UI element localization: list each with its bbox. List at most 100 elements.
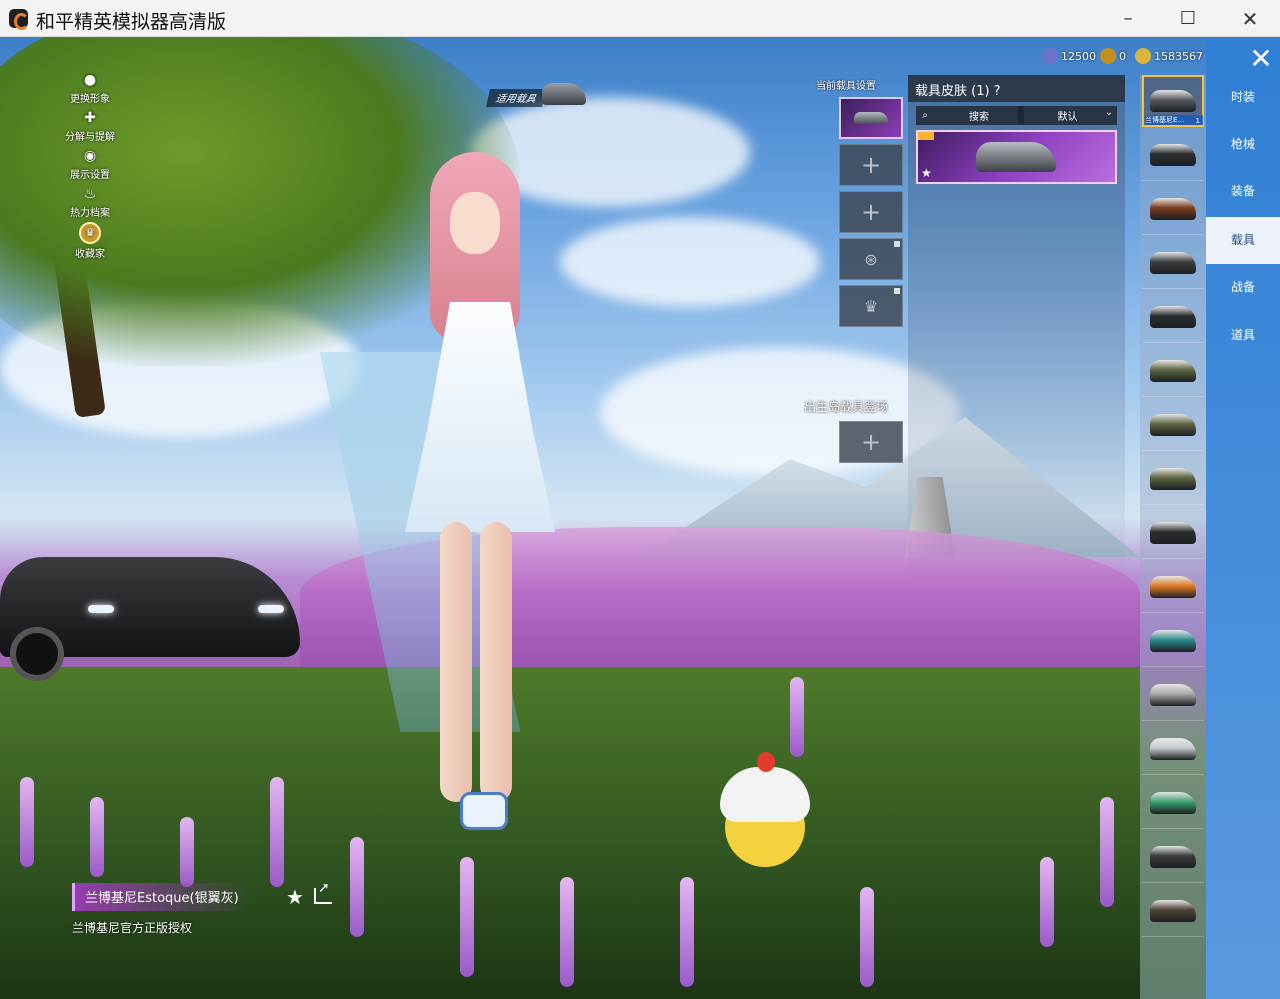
vehicle-type-item[interactable]: [1142, 507, 1204, 559]
currency-silver-coin: 1583567: [1135, 48, 1203, 64]
locked-slot-icon: ⊛: [864, 249, 878, 269]
crown-icon: ♛: [863, 296, 879, 316]
change-appearance-button[interactable]: ● 更换形象: [60, 72, 120, 105]
skin-card-lamborghini[interactable]: ★: [916, 130, 1117, 184]
eye-icon: ◉: [83, 148, 97, 164]
vehicle-type-item-selected[interactable]: 兰博基尼E... 1: [1142, 75, 1204, 127]
currency-gold-coin: 0: [1100, 48, 1126, 64]
vehicle-thumbnail-icon: [1150, 197, 1196, 220]
character-head: [450, 192, 500, 254]
display-settings-label: 展示设置: [70, 170, 110, 181]
tab-vehicles[interactable]: 载具: [1206, 217, 1280, 264]
vehicle-thumbnail-icon: [1150, 737, 1196, 760]
person-icon: ●: [83, 72, 97, 88]
vehicle-tag-car-icon: [542, 83, 586, 105]
vehicle-skin-title: 载具皮肤 (1) ?: [908, 75, 1125, 102]
tab-readiness[interactable]: 战备: [1206, 264, 1280, 311]
vehicle-thumbnail-icon: [1150, 467, 1196, 490]
close-window-button[interactable]: ✕: [1220, 0, 1280, 37]
minimize-button[interactable]: –: [1098, 0, 1158, 37]
vehicle-slot-2[interactable]: +: [839, 144, 903, 186]
tab-equipment[interactable]: 装备: [1206, 168, 1280, 215]
app-logo-icon: [9, 9, 29, 30]
decompose-button[interactable]: ✚ 分解与提解: [60, 110, 120, 143]
vehicle-type-list: 兰博基尼E... 1: [1140, 75, 1206, 999]
vehicle-type-item[interactable]: [1142, 453, 1204, 505]
car-thumbnail-icon: [854, 112, 888, 124]
vehicle-thumbnail-icon: [1150, 359, 1196, 382]
vehicle-slot-1[interactable]: [839, 97, 903, 139]
change-appearance-label: 更换形象: [70, 94, 110, 105]
vehicle-thumbnail-icon: [1150, 413, 1196, 436]
vehicle-type-item[interactable]: [1142, 669, 1204, 721]
current-vehicle-settings-title: 当前载具设置: [816, 81, 876, 92]
vehicle-type-item[interactable]: [1142, 615, 1204, 667]
tab-fashion[interactable]: 时装: [1206, 74, 1280, 121]
vehicle-type-item[interactable]: [1142, 723, 1204, 775]
vehicle-type-item[interactable]: [1142, 183, 1204, 235]
chevron-down-icon: ⌄: [1104, 107, 1113, 118]
vehicle-thumbnail-icon: [1150, 683, 1196, 706]
vehicle-slot-locked-1[interactable]: ⊛: [839, 238, 903, 280]
vehicle-type-item[interactable]: [1142, 885, 1204, 937]
share-icon[interactable]: [314, 880, 332, 904]
vehicle-thumbnail-icon: [1150, 629, 1196, 652]
vehicle-type-item[interactable]: [1142, 399, 1204, 451]
lupine-flower: [180, 817, 194, 887]
window-title-bar: 和平精英模拟器高清版 – ☐ ✕: [0, 0, 1280, 37]
applicable-vehicle-tag: 适用载具: [486, 89, 546, 107]
maximize-button[interactable]: ☐: [1158, 0, 1218, 37]
puzzle-icon: ✚: [84, 110, 96, 126]
currency-coupon: 12500: [1042, 48, 1096, 64]
lupine-flower: [790, 677, 804, 757]
flame-icon: ♨: [83, 186, 97, 202]
chick-pet: [720, 747, 810, 867]
vehicle-type-item[interactable]: [1142, 129, 1204, 181]
favorite-star-icon[interactable]: ★: [286, 885, 304, 909]
vehicle-type-item[interactable]: [1142, 291, 1204, 343]
vehicle-thumbnail-icon: [1150, 791, 1196, 814]
vehicle-type-item[interactable]: [1142, 237, 1204, 289]
heat-record-button[interactable]: ♨ 热力档案: [60, 186, 120, 219]
vehicle-type-item[interactable]: [1142, 345, 1204, 397]
tab-items[interactable]: 道具: [1206, 312, 1280, 359]
tab-guns[interactable]: 枪械: [1206, 121, 1280, 168]
add-icon: +: [860, 151, 882, 179]
car-headlight: [258, 605, 284, 613]
game-viewport: ● 更换形象 ✚ 分解与提解 ◉ 展示设置 ♨ 热力档案 ♛ 收藏家 适用载具 …: [0, 37, 1280, 999]
spawn-vehicle-slot[interactable]: +: [839, 421, 903, 463]
player-character: [300, 152, 620, 902]
sort-dropdown[interactable]: 默认 ⌄: [1018, 106, 1117, 125]
character-leg: [440, 522, 472, 802]
lupine-flower: [1040, 857, 1054, 947]
decompose-label: 分解与提解: [65, 132, 115, 143]
close-panel-button[interactable]: ✕: [1245, 41, 1277, 77]
display-settings-button[interactable]: ◉ 展示设置: [60, 148, 120, 181]
vehicle-type-item[interactable]: [1142, 561, 1204, 613]
rarity-tag-icon: [918, 132, 934, 140]
lock-icon: [894, 288, 900, 294]
vehicle-slot-3[interactable]: +: [839, 191, 903, 233]
chick-helmet: [720, 767, 810, 822]
vehicle-slot-locked-2[interactable]: ♛: [839, 285, 903, 327]
lupine-flower: [20, 777, 34, 867]
selected-skin-name: 兰博基尼Estoque(银翼灰): [72, 883, 249, 911]
spawn-island-vehicle-title: 出生岛载具登场: [804, 400, 889, 414]
lupine-flower: [270, 777, 284, 887]
vehicle-type-item[interactable]: [1142, 777, 1204, 829]
search-label: 搜索: [969, 112, 989, 123]
lupine-flower: [90, 797, 104, 877]
lupine-flower: [860, 887, 874, 987]
coupon-value: 12500: [1061, 49, 1096, 63]
vehicle-type-item[interactable]: [1142, 831, 1204, 883]
skin-search-button[interactable]: ⌕ 搜索: [916, 106, 1024, 125]
collector-button[interactable]: ♛ 收藏家: [60, 222, 120, 260]
vehicle-thumbnail-icon: [1150, 251, 1196, 274]
sort-label: 默认: [1057, 112, 1078, 123]
vehicle-thumbnail-icon: [1150, 845, 1196, 868]
lock-icon: [894, 241, 900, 247]
car-wheel: [10, 627, 64, 681]
heat-record-label: 热力档案: [70, 208, 110, 219]
character-shoe: [460, 792, 508, 830]
window-title: 和平精英模拟器高清版: [36, 11, 227, 33]
